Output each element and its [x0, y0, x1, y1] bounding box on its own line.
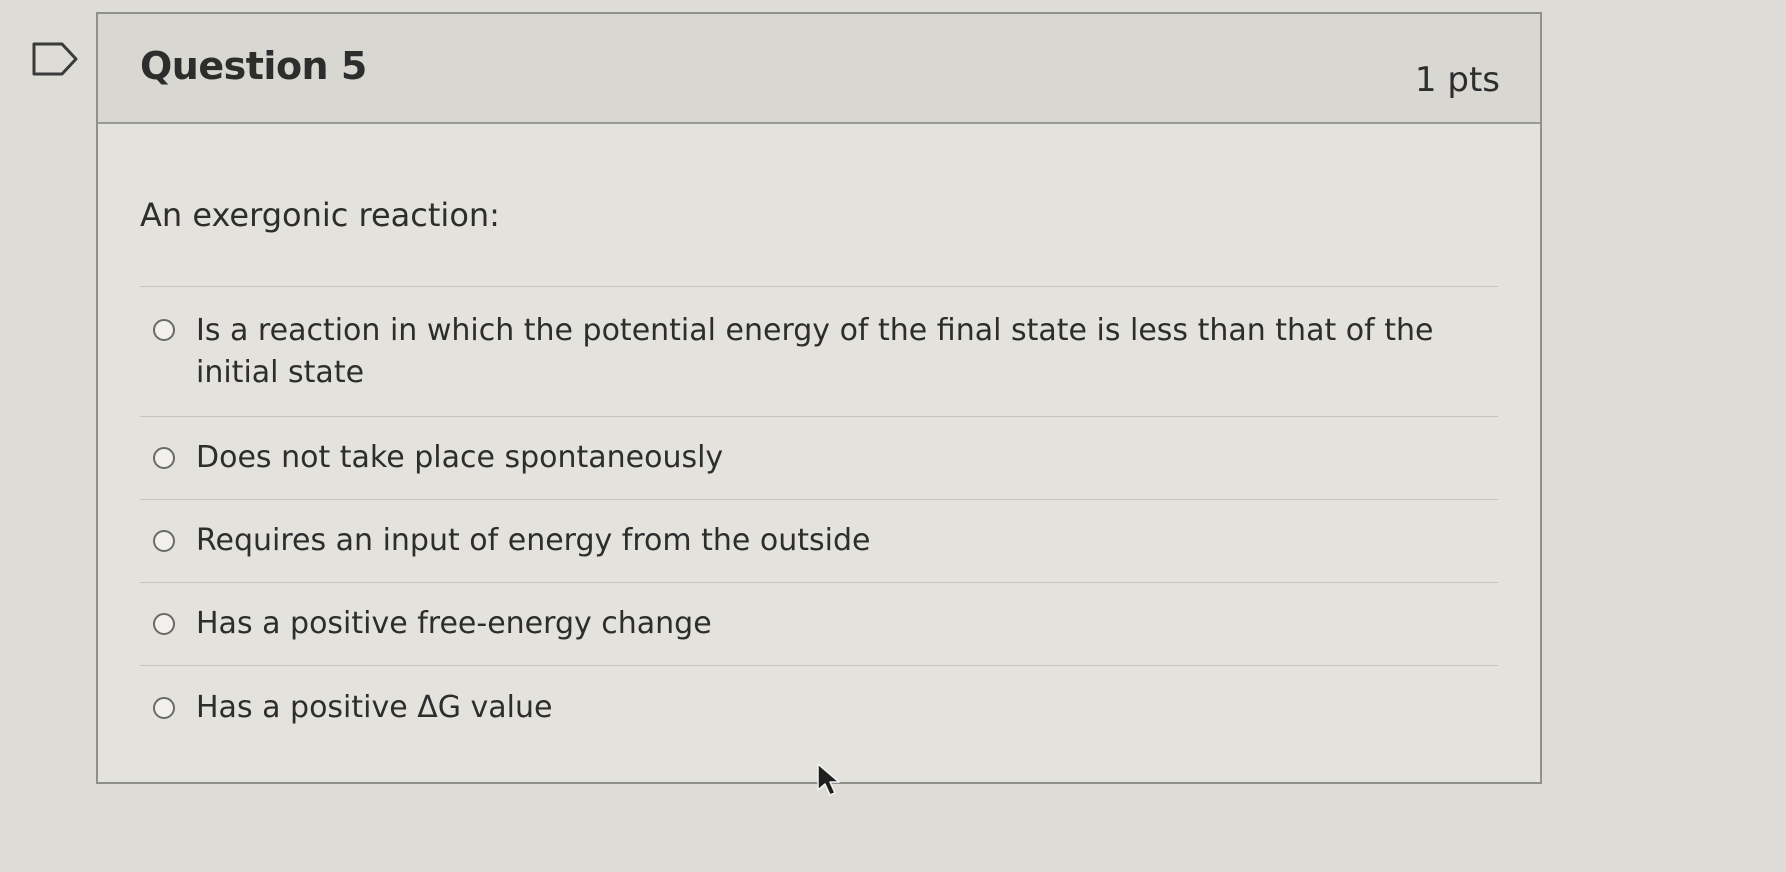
question-title: Question 5 [140, 44, 367, 88]
answer-label[interactable]: Does not take place spontaneously [196, 437, 723, 479]
answer-label[interactable]: Has a positive ΔG value [196, 687, 552, 729]
radio-button[interactable] [153, 696, 175, 719]
radio-button[interactable] [153, 319, 175, 341]
answer-option[interactable]: Does not take place spontaneously [140, 417, 1498, 500]
answer-option[interactable]: Has a positive free-energy change [140, 583, 1498, 666]
answer-label[interactable]: Requires an input of energy from the out… [196, 520, 871, 562]
question-card: Question 5 1 pts An exergonic reaction: … [96, 12, 1542, 784]
radio-button[interactable] [153, 447, 175, 469]
flag-question-icon[interactable] [32, 42, 78, 76]
question-header: Question 5 1 pts [98, 14, 1540, 124]
answer-option[interactable]: Is a reaction in which the potential ene… [140, 287, 1498, 417]
radio-button[interactable] [153, 613, 175, 635]
question-points: 1 pts [1414, 60, 1500, 100]
mouse-pointer-icon [817, 763, 840, 796]
answer-label[interactable]: Is a reaction in which the potential ene… [196, 310, 1458, 394]
question-text: An exergonic reaction: [140, 196, 500, 234]
question-body: An exergonic reaction: Is a reaction in … [98, 124, 1540, 782]
answer-option[interactable]: Has a positive ΔG value [140, 666, 1498, 749]
answer-label[interactable]: Has a positive free-energy change [196, 603, 712, 645]
answer-list: Is a reaction in which the potential ene… [140, 286, 1498, 749]
answer-option[interactable]: Requires an input of energy from the out… [140, 500, 1498, 583]
radio-button[interactable] [153, 530, 175, 552]
